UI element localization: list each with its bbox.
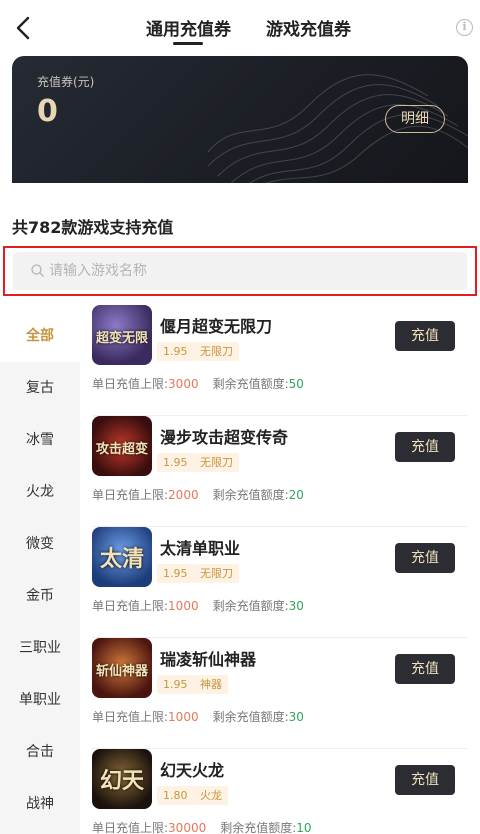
game-thumbnail-text: 超变无限 [95,331,148,346]
sidebar-item-combo[interactable]: 合击 [0,726,80,778]
recharge-limits: 单日充值上限:30000 剩余充值额度:10 [92,819,312,834]
game-name[interactable]: 幻天火龙 [160,757,224,781]
daily-limit-value: 3000 [168,377,199,391]
remaining-label: 剩余充值额度: [212,710,289,724]
active-tab-indicator [173,42,203,45]
game-row: 幻天 幻天火龙 1.80 火龙 充值 单日充值上限:30000 剩余充值额度:10 [80,749,480,834]
back-arrow-icon [16,16,30,40]
search-highlight [3,246,477,296]
game-name[interactable]: 瑞凌斩仙神器 [160,646,256,670]
recharge-limits: 单日充值上限:1000 剩余充值额度:30 [92,708,304,725]
sidebar-item-fire-dragon[interactable]: 火龙 [0,466,80,518]
tab-general-voucher[interactable]: 通用充值券 [146,15,231,40]
game-row: 超变无限 偃月超变无限刀 1.95 无限刀 充值 单日充值上限:3000 剩余充值… [80,305,480,416]
game-row: 斩仙神器 瑞凌斩仙神器 1.95 神器 充值 单日充值上限:1000 剩余充值额度… [80,638,480,749]
game-row: 太清 太清单职业 1.95 无限刀 充值 单日充值上限:1000 剩余充值额度:3… [80,527,480,638]
sidebar-item-three-classes[interactable]: 三职业 [0,622,80,674]
recharge-button[interactable]: 充值 [395,543,455,573]
game-thumbnail[interactable]: 太清 [92,527,152,587]
sidebar-item-single-class[interactable]: 单职业 [0,674,80,726]
sidebar-item-ice[interactable]: 冰雪 [0,414,80,466]
recharge-button[interactable]: 充值 [395,654,455,684]
game-thumbnail[interactable]: 幻天 [92,749,152,809]
category-tag: 无限刀 [194,342,239,361]
remaining-label: 剩余充值额度: [220,821,297,834]
remaining-label: 剩余充值额度: [212,488,289,502]
voucher-label: 充值券(元) [37,75,95,89]
category-tag: 无限刀 [194,564,239,583]
category-sidebar: 全部 复古 冰雪 火龙 微变 金币 三职业 单职业 合击 战神 [0,310,80,834]
back-button[interactable] [12,12,38,44]
price-tag: 1.95 [157,342,194,361]
price-tag: 1.80 [157,786,194,805]
daily-limit-label: 单日充值上限: [92,599,169,613]
info-icon[interactable]: i [456,19,473,36]
supported-games-count: 共782款游戏支持充值 [12,218,174,237]
recharge-limits: 单日充值上限:1000 剩余充值额度:30 [92,597,304,614]
remaining-label: 剩余充值额度: [212,599,289,613]
daily-limit-label: 单日充值上限: [92,710,169,724]
remaining-value: 50 [288,377,304,391]
search-icon [31,264,44,277]
price-tag: 1.95 [157,564,194,583]
game-list-panel: 共782款游戏支持充值 全部 复古 冰雪 火龙 微变 金币 三职业 单职业 合击… [0,183,480,834]
game-name[interactable]: 太清单职业 [160,535,240,559]
details-button[interactable]: 明细 [385,105,445,133]
sidebar-item-retro[interactable]: 复古 [0,362,80,414]
game-thumbnail[interactable]: 超变无限 [92,305,152,365]
recharge-button[interactable]: 充值 [395,432,455,462]
daily-limit-value: 1000 [168,710,199,724]
recharge-limits: 单日充值上限:3000 剩余充值额度:50 [92,375,304,392]
daily-limit-label: 单日充值上限: [92,821,169,834]
recharge-limits: 单日充值上限:2000 剩余充值额度:20 [92,486,304,503]
sidebar-item-all[interactable]: 全部 [0,310,80,362]
game-row: 攻击超变 漫步攻击超变传奇 1.95 无限刀 充值 单日充值上限:2000 剩余充… [80,416,480,527]
voucher-balance-card: 充值券(元) 0 明细 [12,56,468,192]
top-bar: 通用充值券 游戏充值券 i [0,0,480,56]
sidebar-item-gold-coin[interactable]: 金币 [0,570,80,622]
price-tag: 1.95 [157,453,194,472]
remaining-value: 20 [288,488,304,502]
daily-limit-value: 30000 [168,821,207,834]
game-thumbnail-text: 幻天 [99,768,144,794]
remaining-value: 10 [296,821,312,834]
game-thumbnail[interactable]: 斩仙神器 [92,638,152,698]
search-box [13,252,467,290]
tab-game-voucher[interactable]: 游戏充值券 [266,15,351,40]
remaining-value: 30 [288,710,304,724]
recharge-button[interactable]: 充值 [395,765,455,795]
remaining-value: 30 [288,599,304,613]
daily-limit-value: 2000 [168,488,199,502]
game-thumbnail[interactable]: 攻击超变 [92,416,152,476]
daily-limit-label: 单日充值上限: [92,377,169,391]
category-tag: 神器 [194,675,228,694]
category-tag: 无限刀 [194,453,239,472]
daily-limit-value: 1000 [168,599,199,613]
remaining-label: 剩余充值额度: [212,377,289,391]
category-tag: 火龙 [194,786,228,805]
game-thumbnail-text: 斩仙神器 [95,664,148,679]
game-name[interactable]: 偃月超变无限刀 [160,313,272,337]
game-thumbnail-text: 攻击超变 [95,442,148,457]
sidebar-item-war-god[interactable]: 战神 [0,778,80,830]
voucher-balance: 0 [37,94,58,129]
search-input[interactable] [49,252,449,290]
sidebar-item-micro-change[interactable]: 微变 [0,518,80,570]
recharge-button[interactable]: 充值 [395,321,455,351]
price-tag: 1.95 [157,675,194,694]
game-name[interactable]: 漫步攻击超变传奇 [160,424,288,448]
game-thumbnail-text: 太清 [99,546,144,572]
daily-limit-label: 单日充值上限: [92,488,169,502]
